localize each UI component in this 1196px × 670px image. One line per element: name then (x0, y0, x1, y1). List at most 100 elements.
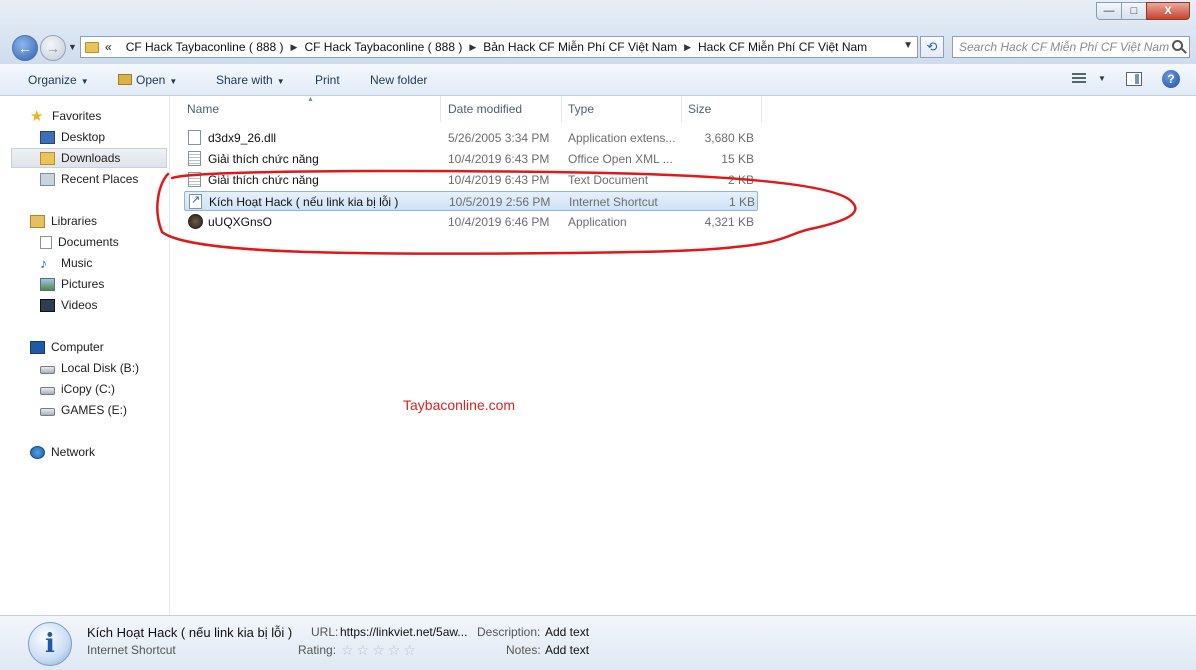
chevron-down-icon: ▼ (169, 77, 178, 86)
info-icon: i (28, 622, 72, 666)
search-icon[interactable] (1172, 40, 1183, 51)
breadcrumb-item[interactable]: Hack CF Miễn Phí CF Việt Nam (698, 40, 867, 54)
star-icon: ★ (30, 107, 44, 125)
share-with-button[interactable]: Share with ▼ (216, 73, 285, 87)
file-size: 15 KB (721, 152, 754, 166)
file-date: 10/4/2019 6:43 PM (448, 173, 550, 187)
details-pane: i Kích Hoạt Hack ( nếu link kia bị lỗi )… (0, 615, 1196, 670)
nav-videos[interactable]: Videos (40, 295, 97, 315)
internet-shortcut-icon (189, 193, 202, 209)
address-bar[interactable]: « CF Hack Taybaconline ( 888 ) ▶ CF Hack… (80, 36, 918, 58)
maximize-button[interactable]: □ (1121, 2, 1147, 20)
notes-field[interactable]: Add text (545, 643, 589, 657)
refresh-icon: ⟲ (926, 39, 938, 54)
rating-stars[interactable]: ☆☆☆☆☆ (341, 642, 419, 659)
nav-downloads[interactable]: Downloads (11, 148, 167, 168)
breadcrumb-separator[interactable]: ▶ (291, 42, 298, 53)
nav-icopy-c[interactable]: iCopy (C:) (40, 379, 115, 399)
file-name: Giải thích chức năng (208, 173, 319, 187)
print-button[interactable]: Print (315, 73, 340, 87)
file-type: Application extens... (568, 131, 676, 145)
open-button[interactable]: Open ▼ (118, 73, 177, 87)
nav-desktop[interactable]: Desktop (40, 127, 105, 147)
column-header-type[interactable]: Type (562, 96, 682, 122)
url-value[interactable]: https://linkviet.net/5aw... (340, 625, 467, 639)
title-bar: — □ X (0, 0, 1196, 30)
back-arrow-icon: ← (18, 40, 32, 56)
hard-disk-icon (40, 365, 55, 374)
nav-local-disk-b[interactable]: Local Disk (B:) (40, 358, 139, 378)
pictures-icon (40, 277, 55, 291)
breadcrumb-item[interactable]: Bản Hack CF Miễn Phí CF Việt Nam (483, 40, 677, 54)
nav-computer[interactable]: Computer (30, 337, 104, 357)
hard-disk-icon (40, 407, 55, 416)
nav-favorites[interactable]: ★ Favorites (30, 106, 101, 126)
libraries-icon (30, 214, 45, 228)
search-input[interactable]: Search Hack CF Miễn Phí CF Việt Nam (952, 36, 1190, 58)
column-header-size[interactable]: Size (682, 96, 762, 122)
nav-network[interactable]: Network (30, 442, 95, 462)
breadcrumb-overflow[interactable]: « (105, 40, 112, 54)
forward-arrow-icon: → (46, 40, 60, 56)
file-row[interactable]: d3dx9_26.dll 5/26/2005 3:34 PM Applicati… (184, 128, 758, 148)
text-file-icon (188, 172, 201, 187)
breadcrumb-separator[interactable]: ▶ (684, 42, 691, 53)
open-icon (118, 74, 132, 85)
file-date: 10/4/2019 6:43 PM (448, 152, 550, 166)
nav-documents[interactable]: Documents (40, 232, 119, 252)
new-folder-button[interactable]: New folder (370, 73, 427, 87)
description-field[interactable]: Add text (545, 625, 589, 639)
organize-button[interactable]: Organize ▼ (28, 73, 89, 87)
file-date: 5/26/2005 3:34 PM (448, 131, 550, 145)
help-icon[interactable]: ? (1162, 70, 1180, 88)
file-size: 3,680 KB (704, 131, 754, 145)
forward-button[interactable]: → (40, 35, 66, 61)
back-button[interactable]: ← (12, 35, 38, 61)
file-size: 2 KB (727, 173, 754, 187)
nav-pictures[interactable]: Pictures (40, 274, 104, 294)
file-type: Text Document (568, 173, 649, 187)
nav-music[interactable]: ♪ Music (40, 253, 92, 273)
documents-icon (40, 235, 52, 249)
sort-ascending-icon: ▲ (307, 96, 314, 103)
file-name: Giải thích chức năng (208, 152, 319, 166)
view-options-dropdown[interactable]: ▼ (1098, 74, 1106, 83)
hard-disk-icon (40, 386, 55, 395)
change-view-icon[interactable] (1072, 71, 1088, 85)
rating-label: Rating: (298, 643, 337, 657)
watermark-text: Taybaconline.com (403, 397, 516, 413)
window-controls: — □ X (1096, 2, 1190, 20)
recent-pages-dropdown[interactable]: ▼ (68, 42, 77, 52)
nav-recent-places[interactable]: Recent Places (40, 169, 138, 189)
file-type: Office Open XML ... (568, 152, 673, 166)
file-row-selected[interactable]: Kích Hoạt Hack ( nếu link kia bị lỗi ) 1… (184, 191, 758, 211)
column-header-date[interactable]: Date modified (442, 96, 562, 122)
document-file-icon (188, 151, 201, 166)
notes-label: Notes: (506, 643, 541, 657)
minimize-button[interactable]: — (1096, 2, 1122, 20)
refresh-button[interactable]: ⟲ (920, 36, 944, 58)
file-type: Internet Shortcut (569, 195, 658, 209)
recent-places-icon (40, 172, 55, 186)
application-icon (188, 214, 203, 229)
file-row[interactable]: Giải thích chức năng 10/4/2019 6:43 PM T… (184, 170, 758, 190)
file-row[interactable]: uUQXGnsO 10/4/2019 6:46 PM Application 4… (184, 212, 758, 232)
details-file-type: Internet Shortcut (87, 643, 176, 657)
nav-games-e[interactable]: GAMES (E:) (40, 400, 127, 420)
breadcrumb-separator[interactable]: ▶ (469, 42, 476, 53)
close-button[interactable]: X (1146, 2, 1190, 20)
file-row[interactable]: Giải thích chức năng 10/4/2019 6:43 PM O… (184, 149, 758, 169)
breadcrumb-item[interactable]: CF Hack Taybaconline ( 888 ) (126, 40, 284, 54)
search-placeholder: Search Hack CF Miễn Phí CF Việt Nam (959, 40, 1170, 54)
dll-file-icon (188, 130, 201, 145)
breadcrumb-item[interactable]: CF Hack Taybaconline ( 888 ) (304, 40, 462, 54)
file-size: 1 KB (728, 195, 755, 209)
file-type: Application (568, 215, 627, 229)
address-dropdown-arrow[interactable]: ▼ (903, 40, 913, 51)
navigation-pane: ★ Favorites Desktop Downloads Recent Plac… (0, 96, 170, 615)
preview-pane-icon[interactable] (1126, 72, 1142, 86)
chevron-down-icon: ▼ (276, 77, 285, 86)
videos-icon (40, 298, 55, 312)
details-file-name: Kích Hoạt Hack ( nếu link kia bị lỗi ) (87, 625, 293, 640)
nav-libraries[interactable]: Libraries (30, 211, 97, 231)
